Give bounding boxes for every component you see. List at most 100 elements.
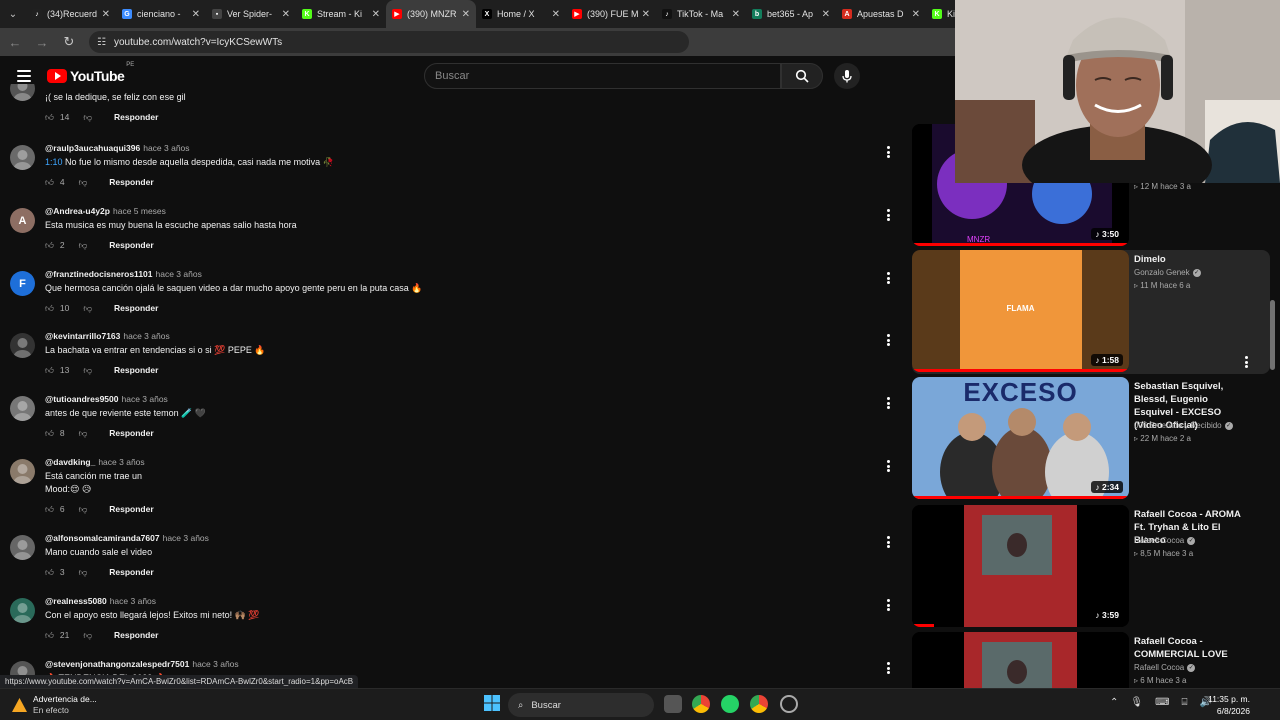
like-icon[interactable]: 👍︎	[45, 240, 54, 251]
reply-button[interactable]: Responder	[109, 504, 153, 514]
comment-time[interactable]: hace 3 años	[163, 533, 209, 543]
close-tab-icon[interactable]: ✕	[372, 9, 380, 20]
close-tab-icon[interactable]: ✕	[192, 9, 200, 20]
comment-more-icon[interactable]	[884, 396, 892, 410]
browser-tab[interactable]: ♪ (34)Recuerd ✕	[26, 0, 116, 28]
avatar[interactable]	[10, 145, 35, 170]
reply-button[interactable]: Responder	[114, 303, 158, 313]
tab-search-button[interactable]: ⌄	[0, 0, 26, 28]
channel-name[interactable]: Rafaell Cocoa ✓	[1134, 663, 1196, 672]
dislike-icon[interactable]: 👎︎	[83, 112, 92, 123]
chrome-active-icon[interactable]	[750, 695, 768, 713]
start-button[interactable]	[484, 695, 502, 713]
youtube-logo[interactable]: YouTube PE	[47, 62, 134, 84]
avatar[interactable]: A	[10, 208, 35, 233]
comment-time[interactable]: hace 3 años	[192, 659, 238, 669]
dislike-icon[interactable]: 👎︎	[83, 365, 92, 376]
video-more-icon[interactable]	[1242, 355, 1250, 369]
avatar[interactable]	[10, 396, 35, 421]
site-info-icon[interactable]: ☷	[97, 37, 106, 48]
close-tab-icon[interactable]: ✕	[912, 9, 920, 20]
reply-button[interactable]: Responder	[114, 630, 158, 640]
close-tab-icon[interactable]: ✕	[552, 9, 560, 20]
comment-author[interactable]: @realness5080	[45, 596, 107, 606]
like-icon[interactable]: 👍︎	[45, 365, 54, 376]
address-bar[interactable]: ☷ youtube.com/watch?v=IcyKCSewWTs	[89, 31, 689, 53]
close-tab-icon[interactable]: ✕	[282, 9, 290, 20]
video-thumbnail[interactable]: FLAMA ♪ 1:58	[912, 250, 1129, 372]
chrome-icon[interactable]	[692, 695, 710, 713]
browser-tab[interactable]: X Home / X ✕	[476, 0, 566, 28]
browser-tab[interactable]: b bet365 - Ap ✕	[746, 0, 836, 28]
comment-author[interactable]: @Andrea-u4y2p	[45, 206, 110, 216]
video-title[interactable]: Rafaell Cocoa - COMMERCIAL LOVE	[1134, 635, 1244, 661]
timestamp-link[interactable]: 1:10	[45, 157, 63, 167]
browser-tab[interactable]: K Stream - Ki ✕	[296, 0, 386, 28]
close-tab-icon[interactable]: ✕	[642, 9, 650, 20]
dislike-icon[interactable]: 👎︎	[79, 504, 88, 515]
comment-author[interactable]: @alfonsomalcamiranda7607	[45, 533, 160, 543]
comment-author[interactable]: @raulp3aucahuaqui396	[45, 143, 140, 153]
chevron-up-icon[interactable]: ⌃	[1110, 697, 1118, 708]
recommended-video[interactable]: ♪ 3:59 Rafaell Cocoa - AROMA Ft. Tryhan &…	[912, 505, 1270, 629]
comment-author[interactable]: @stevenjonathangonzalespedr7501	[45, 659, 189, 669]
comment-time[interactable]: hace 3 años	[121, 394, 167, 404]
browser-tab[interactable]: A Apuestas D ✕	[836, 0, 926, 28]
like-icon[interactable]: 👍︎	[45, 630, 54, 641]
reply-button[interactable]: Responder	[109, 567, 153, 577]
dislike-icon[interactable]: 👎︎	[79, 428, 88, 439]
dislike-icon[interactable]: 👎︎	[83, 630, 92, 641]
channel-name[interactable]: 005 Enterado y Recibido ✓	[1134, 421, 1233, 430]
comment-time[interactable]: hace 3 años	[123, 331, 169, 341]
comment-more-icon[interactable]	[884, 661, 892, 675]
dislike-icon[interactable]: 👎︎	[79, 240, 88, 251]
avatar[interactable]: F	[10, 271, 35, 296]
app-icon[interactable]	[780, 695, 798, 713]
close-tab-icon[interactable]: ✕	[102, 9, 110, 20]
comment-author[interactable]: @kevintarrillo7163	[45, 331, 120, 341]
avatar[interactable]	[10, 535, 35, 560]
dislike-icon[interactable]: 👎︎	[83, 303, 92, 314]
comment-more-icon[interactable]	[884, 145, 892, 159]
reply-button[interactable]: Responder	[109, 428, 153, 438]
comment-more-icon[interactable]	[884, 535, 892, 549]
comment-more-icon[interactable]	[884, 459, 892, 473]
comment-time[interactable]: hace 3 años	[143, 143, 189, 153]
whatsapp-icon[interactable]	[721, 695, 739, 713]
like-icon[interactable]: 👍︎	[45, 428, 54, 439]
comment-time[interactable]: hace 3 años	[156, 269, 202, 279]
recommended-video[interactable]: Rafaell Cocoa - COMMERCIAL LOVE Rafaell C…	[912, 632, 1270, 690]
reload-button[interactable]: ↻	[57, 30, 81, 54]
comment-author[interactable]: @davdking_	[45, 457, 95, 467]
close-tab-icon[interactable]: ✕	[732, 9, 740, 20]
channel-name[interactable]: Rafaell Cocoa ✓	[1134, 536, 1196, 545]
reply-button[interactable]: Responder	[114, 365, 158, 375]
recommended-video[interactable]: FLAMA ♪ 1:58 Dimelo Gonzalo Genek ✓ ▹ 11 M ha…	[912, 250, 1270, 374]
avatar[interactable]	[10, 459, 35, 484]
microphone-icon[interactable]: 🎙	[1130, 697, 1143, 708]
forward-button[interactable]: →	[30, 30, 54, 54]
dislike-icon[interactable]: 👎︎	[79, 177, 88, 188]
like-icon[interactable]: 👍︎	[45, 504, 54, 515]
menu-icon[interactable]	[17, 70, 31, 82]
video-thumbnail[interactable]: ♪ 3:59	[912, 505, 1129, 627]
comment-more-icon[interactable]	[884, 271, 892, 285]
video-thumbnail[interactable]: EXCESO ♪ 2:34	[912, 377, 1129, 499]
avatar[interactable]	[10, 598, 35, 623]
browser-tab[interactable]: ▶ (390) FUE M ✕	[566, 0, 656, 28]
reply-button[interactable]: Responder	[109, 240, 153, 250]
avatar[interactable]	[10, 333, 35, 358]
comment-more-icon[interactable]	[884, 598, 892, 612]
like-icon[interactable]: 👍︎	[45, 303, 54, 314]
network-icon[interactable]: ⌸	[1182, 697, 1188, 708]
browser-tab[interactable]: Gcienciano - ✕	[116, 0, 206, 28]
channel-name[interactable]: Gonzalo Genek ✓	[1134, 268, 1201, 277]
comment-time[interactable]: hace 3 años	[110, 596, 156, 606]
like-icon[interactable]: 👍︎	[45, 112, 54, 123]
browser-tab[interactable]: ▪ Ver Spider- ✕	[206, 0, 296, 28]
reply-button[interactable]: Responder	[114, 112, 158, 122]
like-icon[interactable]: 👍︎	[45, 567, 54, 578]
clock[interactable]: 11:35 p. m. 6/8/2026	[1208, 693, 1250, 717]
sidebar-scrollbar[interactable]	[1270, 300, 1275, 370]
file-explorer-icon[interactable]	[664, 695, 682, 713]
